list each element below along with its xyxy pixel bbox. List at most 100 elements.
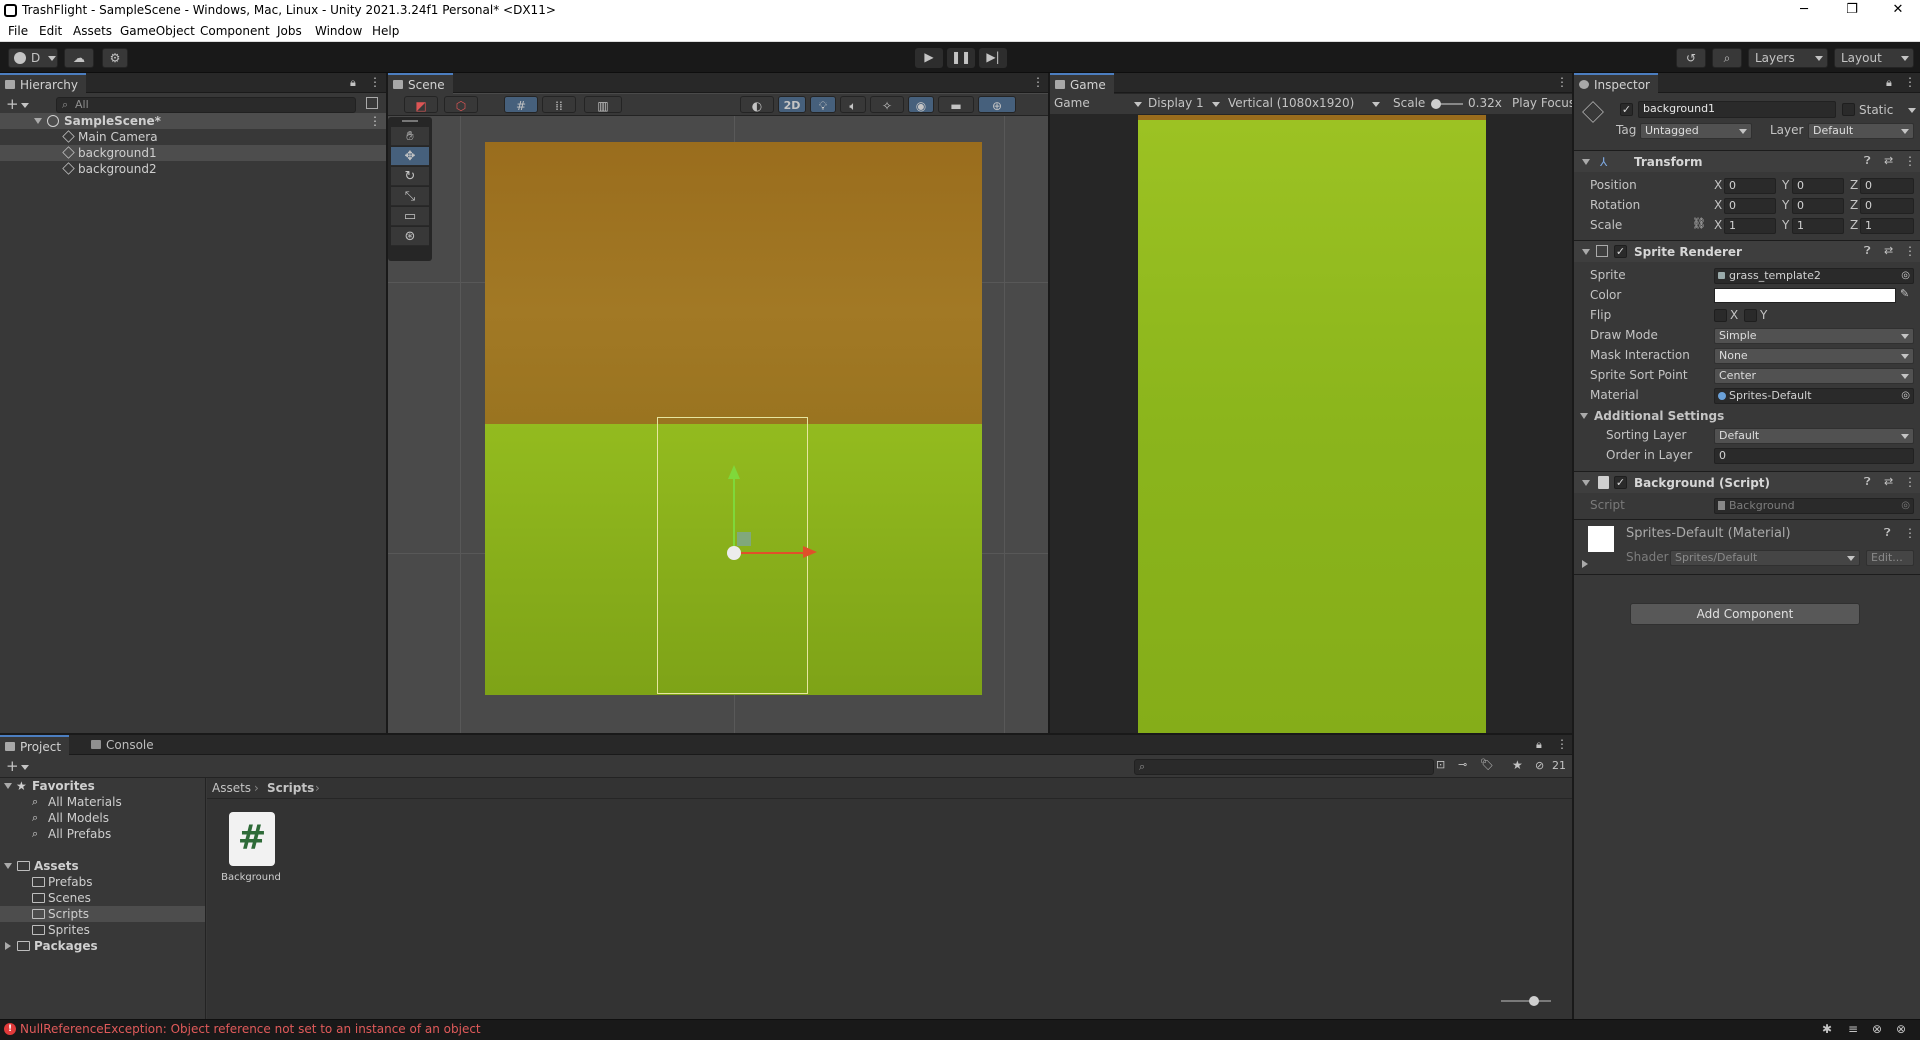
tab-project[interactable]: Project [0,735,70,756]
layout-dropdown[interactable]: Layout [1834,48,1914,68]
kebab-menu-icon[interactable]: ⋮ [1032,75,1044,89]
layer-dropdown[interactable]: Default [1808,123,1914,139]
mask-interaction-dropdown[interactable]: None [1714,348,1914,364]
hand-tool[interactable]: ✋︎ [391,127,429,146]
tab-hierarchy[interactable]: Hierarchy [0,73,87,94]
rotation-x-field[interactable]: 0 [1724,198,1776,214]
object-picker-icon[interactable]: ◎ [1901,269,1910,283]
close-button[interactable]: ✕ [1876,0,1920,22]
preset-icon[interactable]: ⇄ [1884,154,1893,167]
chevron-down-icon[interactable] [1908,108,1916,113]
sorting-layer-dropdown[interactable]: Default [1714,428,1914,444]
list-item[interactable]: ⌕ All Prefabs [0,826,205,842]
list-item[interactable]: Scenes [0,890,205,906]
search-button[interactable]: ⌕ [1712,48,1742,68]
bug-icon[interactable]: ✱ [1822,1022,1832,1036]
foldout-arrow-icon[interactable] [1582,560,1588,568]
background2-sprite[interactable] [485,142,982,424]
packages-row[interactable]: Packages [0,938,205,954]
tab-game[interactable]: Game [1050,73,1114,94]
expand-arrow-icon[interactable] [4,783,12,789]
scale-z-field[interactable]: 1 [1860,218,1914,234]
list-item[interactable]: Sprites [0,922,205,938]
expand-arrow-icon[interactable] [4,863,12,869]
lighting-status-icon[interactable]: ⊗ [1872,1022,1882,1036]
cache-icon[interactable]: ≡ [1848,1022,1858,1036]
list-item[interactable]: Prefabs [0,874,205,890]
expand-arrow-icon[interactable] [5,942,11,950]
menu-help[interactable]: Help [372,24,399,38]
search-by-type-icon[interactable]: ⊡ [1436,758,1445,771]
lock-icon[interactable]: 🔒︎ [1886,76,1892,90]
chevron-down-icon[interactable] [21,103,29,108]
foldout-arrow-icon[interactable] [1580,413,1588,419]
material-field[interactable]: Sprites-Default ◎ [1714,388,1914,404]
kebab-menu-icon[interactable]: ⋮ [1904,526,1916,540]
flip-y-checkbox[interactable] [1744,309,1757,322]
hierarchy-scene-row[interactable]: SampleScene* ⋮ [0,113,386,129]
sprite-renderer-header[interactable]: ✓ Sprite Renderer ❓︎ ⇄ ⋮ [1574,240,1920,262]
draw-mode-dropdown[interactable]: ◩ [404,96,438,113]
order-in-layer-field[interactable]: 0 [1714,448,1914,464]
preset-icon[interactable]: ⇄ [1884,244,1893,257]
foldout-arrow-icon[interactable] [1582,249,1590,255]
menu-edit[interactable]: Edit [39,24,62,38]
object-picker-icon[interactable]: ◎ [1901,389,1910,403]
palette-grip[interactable] [402,120,418,122]
search-by-label-icon[interactable]: ⊸ [1458,758,1467,771]
tag-dropdown[interactable]: Untagged [1640,123,1752,139]
kebab-menu-icon[interactable]: ⋮ [1556,75,1568,89]
draw-mode-dropdown[interactable]: Simple [1714,328,1914,344]
gizmo-plane-handle[interactable] [737,532,751,546]
static-checkbox[interactable] [1842,103,1855,116]
tab-inspector[interactable]: Inspector [1574,73,1658,94]
rect-tool[interactable]: ▭ [391,207,429,226]
scale-slider[interactable] [1431,99,1463,109]
position-z-field[interactable]: 0 [1860,178,1914,194]
breadcrumb-scripts[interactable]: Scripts [267,780,314,796]
icon-size-slider-handle[interactable] [1529,996,1539,1006]
list-item[interactable]: ⌕ All Models [0,810,205,826]
lighting-toggle[interactable]: 💡︎ [810,96,836,113]
pause-button[interactable]: ❚❚ [947,48,975,68]
audio-toggle[interactable]: 🔈︎ [840,96,866,113]
flip-x-checkbox[interactable] [1714,309,1727,322]
grid-snap-toggle[interactable]: # [504,96,538,113]
collab-button[interactable]: ⚙ [102,48,128,68]
transform-tool[interactable]: ⊛ [391,227,429,246]
rotation-z-field[interactable]: 0 [1860,198,1914,214]
scale-tool[interactable]: ⤡ [391,187,429,206]
move-tool[interactable]: ✥ [391,147,429,166]
render-mode-dropdown[interactable]: ⬡ [444,96,478,113]
hierarchy-item[interactable]: background1 [0,145,386,161]
icon-size-slider[interactable] [1501,996,1551,1006]
additional-settings-label[interactable]: Additional Settings [1594,408,1724,424]
list-item[interactable]: Scripts [0,906,205,922]
tab-scene[interactable]: Scene [388,73,453,94]
star-icon[interactable]: ★ [1512,758,1523,772]
play-button[interactable]: ▶ [915,48,943,68]
preset-icon[interactable]: ⇄ [1884,475,1893,488]
add-icon[interactable]: + [6,95,19,113]
increment-snap-dropdown[interactable]: ▥ [584,96,622,113]
lock-icon[interactable]: 🔒︎ [350,76,356,90]
kebab-menu-icon[interactable]: ⋮ [1556,737,1568,751]
sprite-renderer-enabled-checkbox[interactable]: ✓ [1614,245,1627,258]
resolution-dropdown[interactable]: Vertical (1080x1920) [1228,96,1382,112]
transform-header[interactable]: ⅄ Transform ❓︎ ⇄ ⋮ [1574,150,1920,172]
favorite-icon[interactable]: 🏷︎ [1480,758,1494,771]
position-y-field[interactable]: 0 [1792,178,1844,194]
minimize-button[interactable]: ─ [1782,0,1826,22]
play-focus-dropdown[interactable]: Play Focus [1512,96,1572,110]
chevron-down-icon[interactable] [21,765,29,770]
object-name-field[interactable]: background1 [1638,101,1836,118]
color-swatch[interactable] [1714,288,1896,303]
foldout-arrow-icon[interactable] [1582,480,1590,486]
kebab-menu-icon[interactable]: ⋮ [369,75,381,89]
lighting-dropdown[interactable]: ◐ [740,96,774,113]
lock-icon[interactable]: 🔒︎ [1536,738,1542,752]
hierarchy-item[interactable]: Main Camera [0,129,386,145]
grid-settings-dropdown[interactable]: ⁞⁞ [542,96,576,113]
search-options-icon[interactable] [366,97,378,109]
breadcrumb-assets[interactable]: Assets [212,780,251,796]
